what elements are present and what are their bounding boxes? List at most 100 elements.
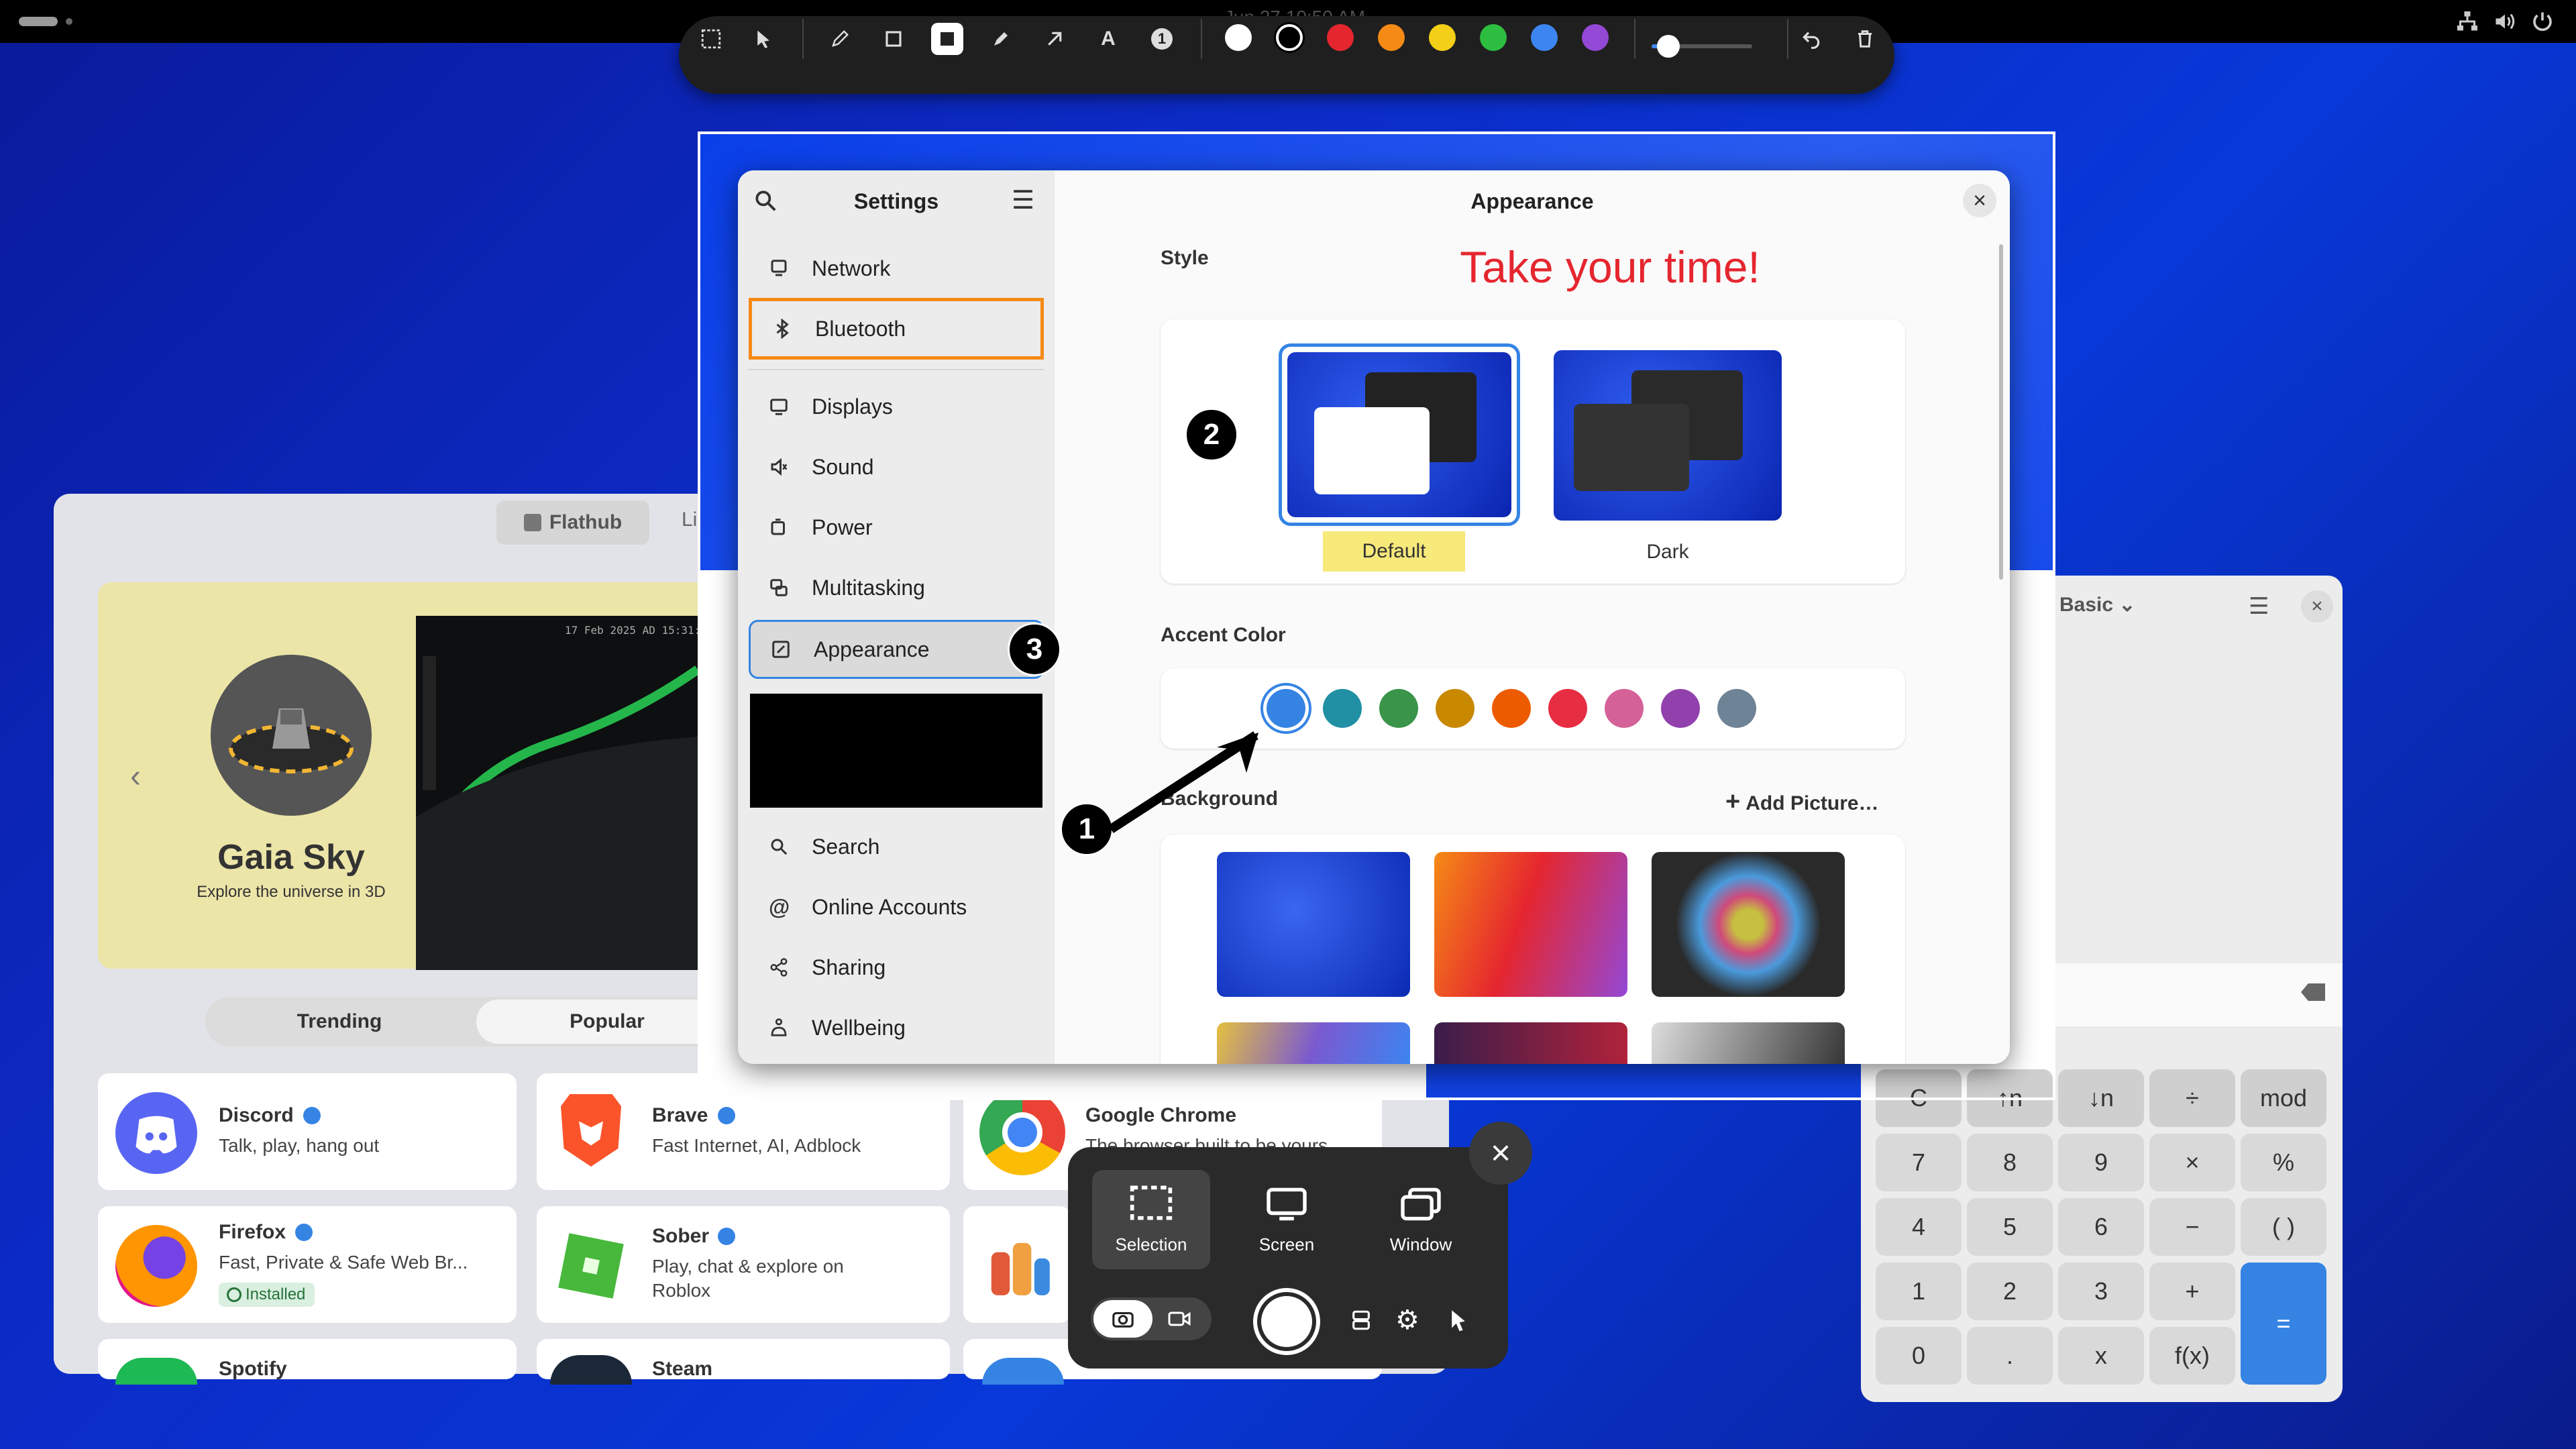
wallpaper-spheres[interactable] [1652,852,1845,997]
calc-key[interactable]: = [2241,1263,2326,1385]
calc-key[interactable]: 8 [1967,1134,2053,1191]
menu-icon[interactable]: ☰ [2249,593,2269,620]
calc-key[interactable]: 4 [1876,1198,1962,1256]
separator [1201,19,1202,59]
sidebar-item-appearance[interactable]: Appearance [749,620,1044,679]
style-default-option[interactable] [1279,343,1520,526]
accent-color-swatch[interactable] [1717,689,1756,728]
calc-key[interactable]: × [2149,1134,2235,1191]
power-icon[interactable] [2530,9,2555,34]
stacked-icon[interactable] [1350,1308,1373,1332]
tab-trending[interactable]: Trending [205,997,474,1046]
add-picture-label: Add Picture… [1746,792,1879,814]
calc-key[interactable]: 7 [1876,1134,1962,1191]
style-dark-option[interactable] [1554,350,1782,521]
wallpaper-grey[interactable] [1652,1022,1845,1064]
calc-key[interactable]: + [2149,1263,2235,1320]
number-tool-icon[interactable]: 1 [1146,23,1178,55]
crop-selection-icon[interactable] [695,23,727,55]
tab-flathub[interactable]: Flathub [496,500,649,545]
hamburger-menu-icon[interactable]: ☰ [1012,185,1034,215]
gear-icon[interactable]: ⚙ [1395,1307,1419,1334]
sidebar-item-displays[interactable]: Displays [749,380,1044,433]
arrow-tool-icon[interactable] [1038,23,1071,55]
tab-installed[interactable]: Li [682,508,697,531]
sidebar-item-online-accounts[interactable]: @ Online Accounts [749,880,1044,934]
calc-key[interactable]: f(x) [2149,1327,2235,1385]
accent-color-swatch[interactable] [1661,689,1700,728]
sidebar-item-power[interactable]: Power [749,500,1044,554]
separator [1634,19,1635,59]
trash-icon[interactable] [1849,23,1881,55]
accent-color-swatch[interactable] [1492,689,1531,728]
calc-key[interactable]: ÷ [2149,1069,2235,1127]
text-tool-icon[interactable]: A [1092,23,1124,55]
add-picture-button[interactable]: + Add Picture… [1725,788,1879,816]
accent-color-swatch[interactable] [1379,689,1418,728]
close-button[interactable]: × [1963,184,1996,217]
photo-mode-icon[interactable] [1093,1300,1152,1338]
sidebar-item-network[interactable]: Network [749,241,1044,295]
video-mode-icon[interactable] [1167,1309,1191,1328]
calc-key[interactable]: 6 [2058,1198,2144,1256]
sidebar-item-search[interactable]: Search [749,820,1044,873]
color-black-selected[interactable] [1276,24,1303,51]
wallpaper-stripes[interactable] [1217,1022,1410,1064]
discord-icon [115,1092,197,1174]
calc-mode-dropdown[interactable]: Basic ⌄ [2059,593,2136,616]
calc-key[interactable]: % [2241,1134,2326,1191]
workspace-dot[interactable] [66,18,72,25]
color-purple[interactable] [1582,24,1609,51]
volume-icon[interactable] [2493,9,2517,34]
app-name-firefox: Firefox [219,1221,286,1243]
close-icon[interactable]: × [2301,590,2333,623]
activities-indicator[interactable] [19,17,58,26]
size-slider-handle[interactable] [1657,35,1680,58]
pencil-tool-icon[interactable] [824,23,856,55]
calc-key[interactable]: 0 [1876,1327,1962,1385]
app-name-discord: Discord [219,1104,294,1126]
accent-color-swatch[interactable] [1548,689,1587,728]
calc-key[interactable]: . [1967,1327,2053,1385]
accent-color-swatch[interactable] [1436,689,1474,728]
rectangle-outline-tool-icon[interactable] [877,23,910,55]
pointer-tool-icon[interactable] [747,23,780,55]
capture-button[interactable] [1253,1288,1320,1355]
color-blue[interactable] [1531,24,1558,51]
sidebar-item-sound[interactable]: Sound [749,440,1044,494]
calc-key[interactable]: 2 [1967,1263,2053,1320]
sidebar-item-multitasking[interactable]: Multitasking [749,561,1044,614]
color-yellow[interactable] [1429,24,1456,51]
calc-key[interactable]: ↓n [2058,1069,2144,1127]
color-white[interactable] [1225,24,1252,51]
accent-color-swatch[interactable] [1323,689,1362,728]
calc-key[interactable]: 5 [1967,1198,2053,1256]
color-red[interactable] [1327,24,1354,51]
color-green[interactable] [1480,24,1507,51]
accent-color-swatch[interactable] [1605,689,1644,728]
style-dark-label: Dark [1646,541,1689,563]
calc-key[interactable]: mod [2241,1069,2326,1127]
marker-tool-icon[interactable] [985,23,1017,55]
calc-key[interactable]: 9 [2058,1134,2144,1191]
show-pointer-icon[interactable] [1449,1308,1468,1332]
calc-key[interactable]: x [2058,1327,2144,1385]
sidebar-item-wellbeing[interactable]: Wellbeing [749,1001,1044,1055]
wallpaper-dark-red[interactable] [1434,1022,1627,1064]
sidebar-item-bluetooth[interactable]: Bluetooth [749,298,1044,360]
filled-rectangle-tool-icon[interactable] [931,23,963,55]
scrollbar[interactable] [1999,244,2003,580]
calc-key[interactable]: − [2149,1198,2235,1256]
wallpaper-blue-waves[interactable] [1217,852,1410,997]
calc-key[interactable]: 1 [1876,1263,1962,1320]
undo-icon[interactable] [1795,23,1827,55]
color-orange[interactable] [1378,24,1405,51]
chrome-icon [979,1089,1065,1175]
network-icon[interactable] [2455,9,2479,34]
calc-key[interactable]: ( ) [2241,1198,2326,1256]
check-icon [227,1287,241,1302]
carousel-prev-icon[interactable]: ‹ [130,758,141,795]
sidebar-item-sharing[interactable]: Sharing [749,941,1044,994]
calc-key[interactable]: 3 [2058,1263,2144,1320]
wallpaper-gradient-orange[interactable] [1434,852,1627,997]
